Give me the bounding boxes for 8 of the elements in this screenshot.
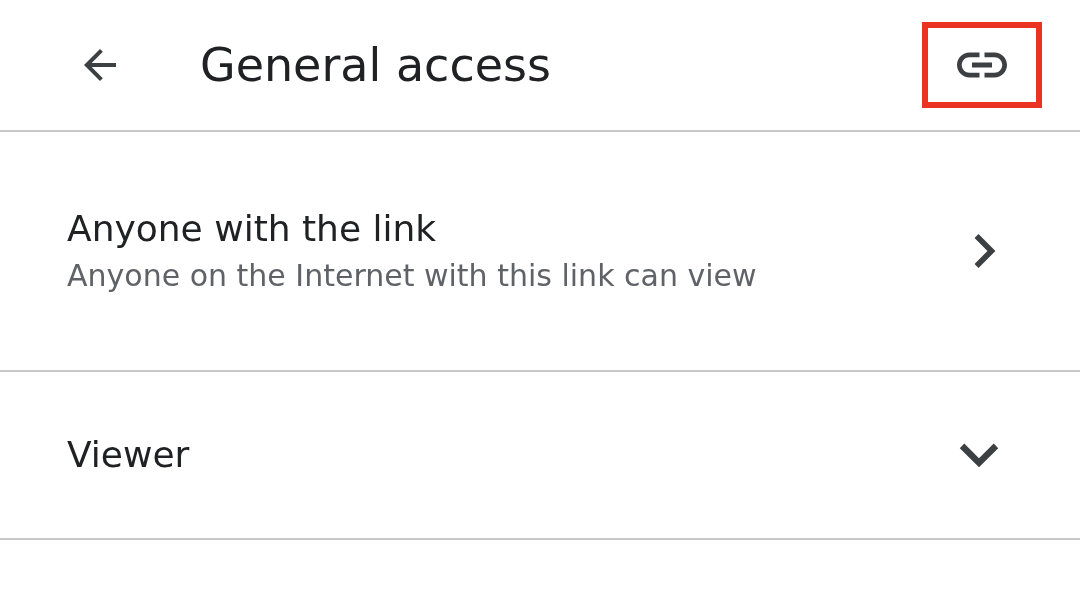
page-title: General access <box>200 42 551 88</box>
chevron-right-icon <box>974 233 996 269</box>
option-title: Anyone with the link <box>67 211 438 247</box>
role-dropdown[interactable]: Viewer <box>0 372 1080 540</box>
option-description: Anyone on the Internet with this link can view <box>67 261 757 291</box>
access-option[interactable]: Anyone with the link Anyone on the Internet with this link can view <box>0 132 1080 372</box>
copy-link-button[interactable] <box>922 22 1042 108</box>
role-label: Viewer <box>67 437 190 473</box>
